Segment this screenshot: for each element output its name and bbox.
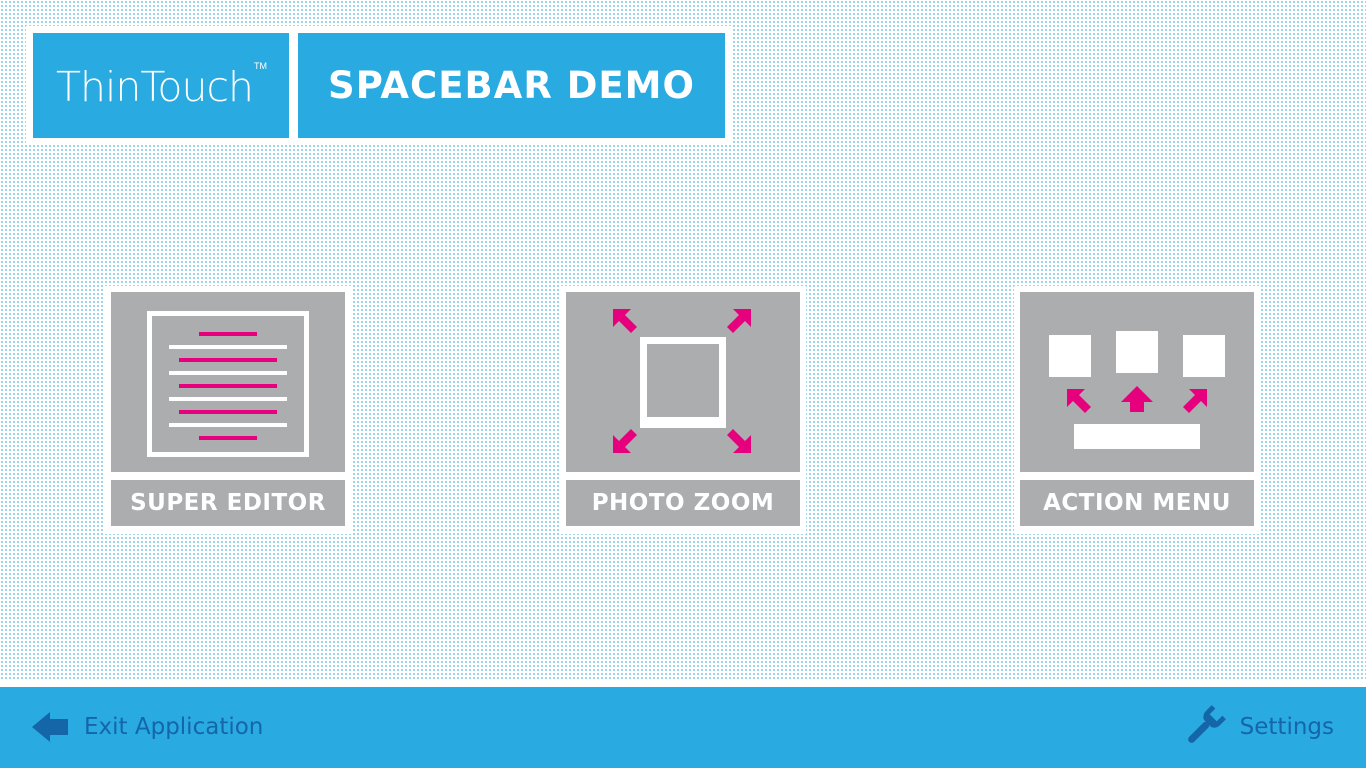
document-lines-icon — [111, 292, 345, 472]
photo-zoom-label: PHOTO ZOOM — [566, 480, 800, 526]
thintouch-logo: ThinTouch TM — [33, 33, 289, 138]
exit-application-button[interactable]: Exit Application — [30, 707, 263, 747]
action-menu-tile[interactable]: ACTION MENU — [1014, 286, 1260, 534]
super-editor-label: SUPER EDITOR — [111, 480, 345, 526]
settings-label: Settings — [1239, 714, 1334, 740]
photo-zoom-tile[interactable]: PHOTO ZOOM — [560, 286, 806, 534]
logo-text: ThinTouch — [55, 62, 254, 111]
app-header: ThinTouch TM SPACEBAR DEMO — [26, 26, 732, 145]
action-menu-icon — [1020, 292, 1254, 472]
exit-application-label: Exit Application — [84, 714, 264, 740]
page-title: SPACEBAR DEMO — [328, 64, 695, 107]
logo-trademark: TM — [254, 60, 268, 71]
footer: Exit Application Settings — [0, 681, 1366, 768]
settings-button[interactable]: Settings — [1182, 703, 1334, 751]
photo-zoom-icon — [566, 292, 800, 472]
wrench-icon — [1182, 705, 1226, 749]
action-menu-label: ACTION MENU — [1020, 480, 1254, 526]
page-title-box: SPACEBAR DEMO — [298, 33, 725, 138]
super-editor-tile[interactable]: SUPER EDITOR — [105, 286, 351, 534]
arrow-left-icon — [30, 711, 70, 743]
footer-bar: Exit Application Settings — [0, 687, 1366, 768]
